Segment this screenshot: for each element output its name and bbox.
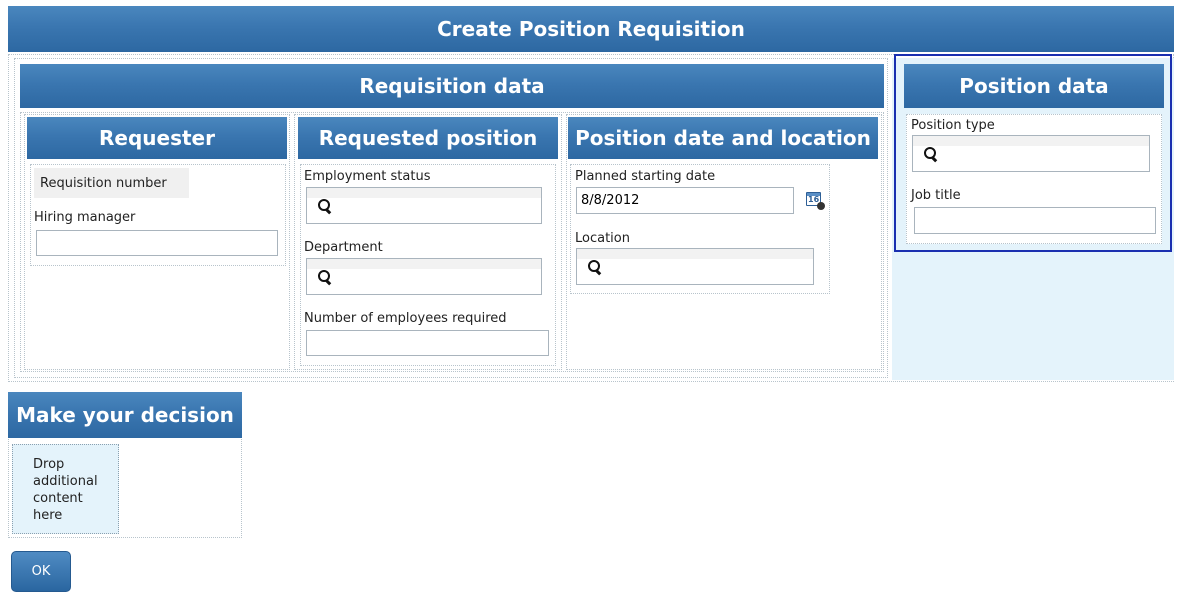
requester-header: Requester	[27, 117, 287, 159]
hiring-manager-label: Hiring manager	[34, 210, 136, 225]
position-type-lookup[interactable]	[912, 135, 1150, 172]
start-date-field[interactable]	[576, 187, 794, 214]
job-title-field[interactable]	[914, 207, 1156, 234]
num-employees-label: Number of employees required	[304, 311, 507, 326]
ok-button[interactable]: OK	[11, 551, 71, 592]
search-icon[interactable]	[923, 146, 939, 162]
hiring-manager-field[interactable]	[36, 230, 278, 256]
search-icon[interactable]	[317, 198, 333, 214]
department-label: Department	[304, 240, 383, 255]
requisition-section-header: Requisition data	[20, 64, 884, 108]
ok-button-label: OK	[31, 564, 51, 579]
location-lookup[interactable]	[576, 248, 814, 285]
requested-position-header: Requested position	[298, 117, 558, 159]
page-title: Create Position Requisition	[8, 6, 1174, 52]
date-location-header: Position date and location	[568, 117, 878, 159]
drop-zone[interactable]: Drop additional content here	[12, 444, 119, 534]
search-icon[interactable]	[317, 269, 333, 285]
calendar-icon[interactable]: 16	[806, 190, 826, 210]
department-lookup[interactable]	[306, 258, 542, 295]
start-date-label: Planned starting date	[575, 169, 716, 184]
search-icon[interactable]	[587, 259, 603, 275]
requisition-number-label: Requisition number	[34, 168, 189, 198]
decision-header: Make your decision	[8, 392, 242, 438]
employment-status-label: Employment status	[304, 169, 431, 184]
num-employees-field[interactable]	[306, 330, 549, 356]
position-section-header: Position data	[904, 64, 1164, 108]
position-type-label: Position type	[911, 118, 995, 133]
location-label: Location	[575, 231, 630, 246]
drop-zone-text: Drop additional content here	[33, 457, 98, 523]
job-title-label: Job title	[911, 188, 961, 203]
employment-status-lookup[interactable]	[306, 187, 542, 224]
